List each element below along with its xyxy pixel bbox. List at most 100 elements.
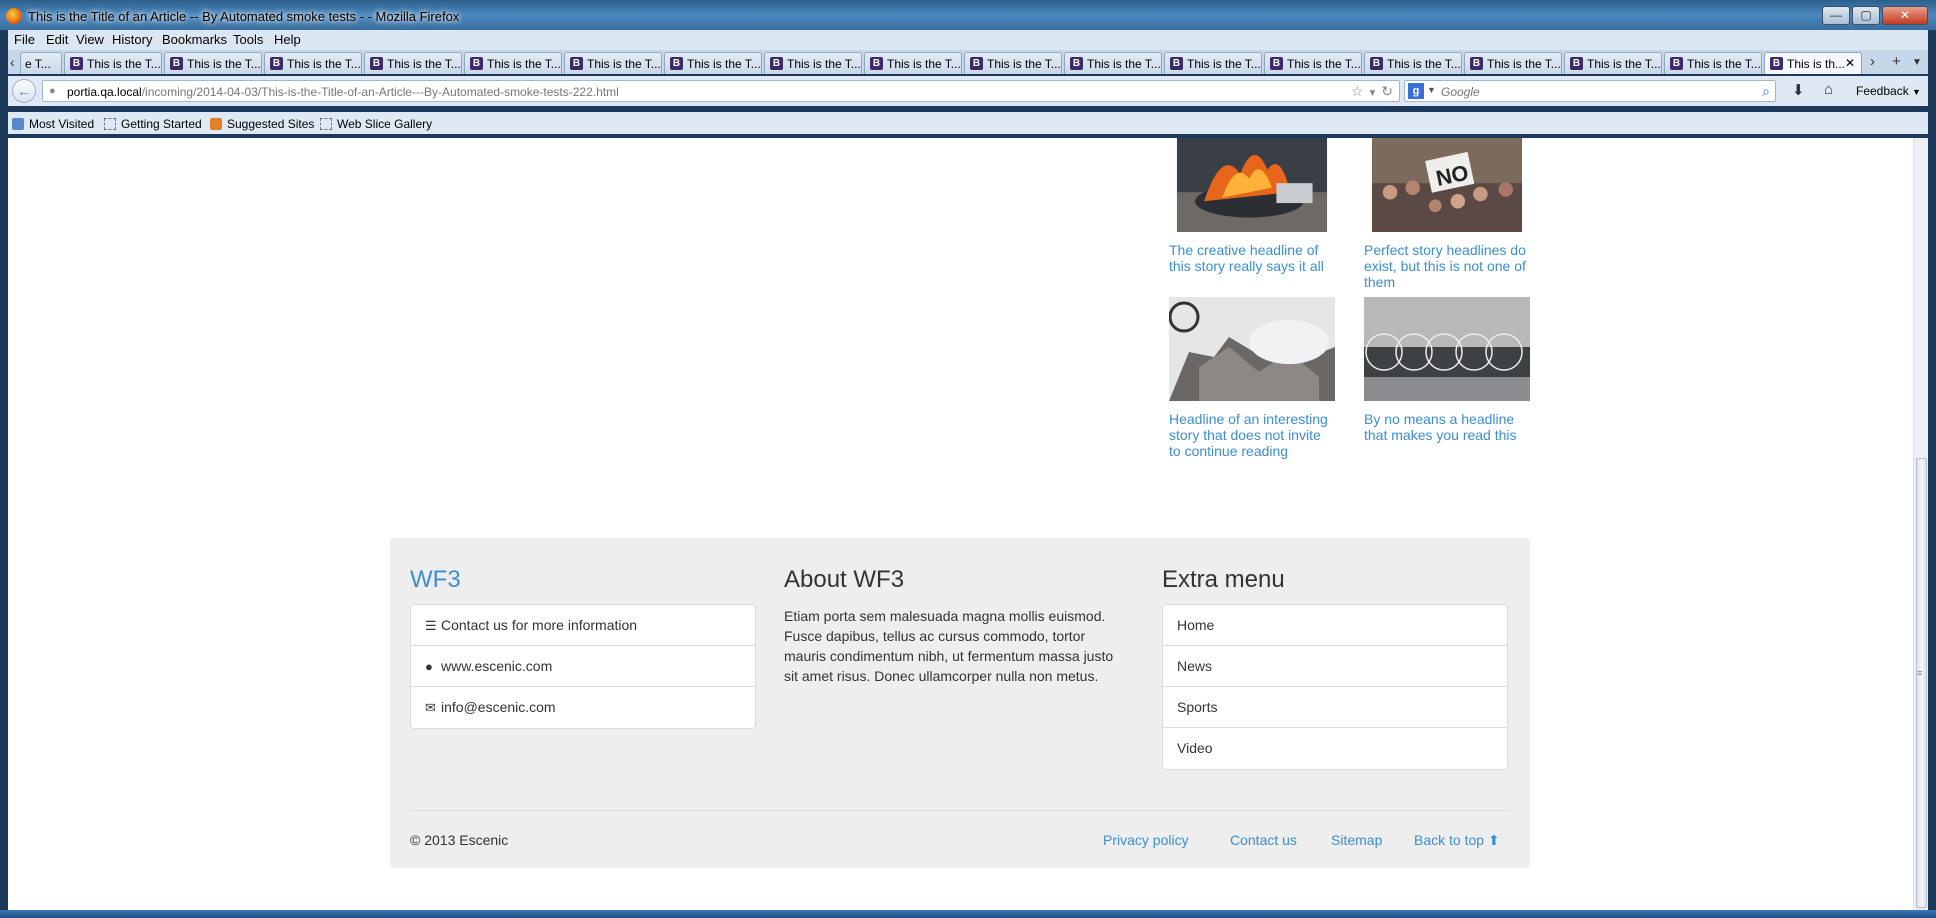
bookmark-getting-started[interactable]: Getting Started [104, 117, 202, 131]
tab-favicon-icon: B [470, 57, 483, 70]
sitemap-link[interactable]: Sitemap [1331, 832, 1382, 848]
contact-us-link[interactable]: Contact us [1230, 832, 1297, 848]
tab[interactable]: B This is the T... [1064, 52, 1162, 74]
bookmark-suggested-sites[interactable]: Suggested Sites [210, 117, 314, 131]
vertical-scrollbar[interactable]: ≡ [1913, 138, 1928, 910]
tab[interactable]: B This is the T... [864, 52, 962, 74]
bookmark-star-icon[interactable]: ☆ [1351, 83, 1364, 99]
footer-divider [410, 810, 1510, 811]
bookmark-label: Web Slice Gallery [337, 117, 433, 131]
engine-dropdown-icon[interactable]: ▼ [1427, 85, 1436, 95]
home-icon[interactable]: ⌂ [1824, 81, 1833, 98]
contact-item-website[interactable]: ● www.escenic.com [411, 646, 755, 687]
contact-item-email[interactable]: ✉ info@escenic.com [411, 687, 755, 728]
story-image-burning-car[interactable] [1169, 138, 1335, 232]
window-titlebar: This is the Title of an Article -- By Au… [0, 0, 1936, 30]
url-host: portia.qa.local [67, 85, 142, 99]
tab-favicon-icon: B [670, 57, 683, 70]
bookmark-web-slice-gallery[interactable]: Web Slice Gallery [320, 117, 432, 131]
tab[interactable]: B This is the T... [1564, 52, 1662, 74]
back-to-top-link[interactable]: Back to top ⬆ [1414, 832, 1500, 849]
minimize-button[interactable]: — [1822, 6, 1850, 25]
story-headline-link[interactable]: The creative headline of this story real… [1169, 242, 1335, 274]
tabs-scroll-right-icon[interactable]: › [1870, 53, 1875, 70]
search-icon[interactable]: ⌕ [1762, 83, 1770, 100]
search-bar[interactable]: g ▼ Google ⌕ [1404, 80, 1776, 102]
extra-menu-item-home[interactable]: Home [1163, 605, 1507, 646]
tab[interactable]: B This is the T... [64, 52, 162, 74]
story-teaser[interactable]: NO Perfect story headlines do exist, but… [1364, 138, 1530, 290]
contact-item-info[interactable]: ☰ Contact us for more information [411, 605, 755, 646]
tab[interactable]: B This is the T... [764, 52, 862, 74]
tab-favicon-icon: B [270, 57, 283, 70]
site-footer: WF3 ☰ Contact us for more information ● ww… [390, 538, 1530, 868]
menu-view[interactable]: View [76, 32, 104, 47]
menu-bookmarks[interactable]: Bookmarks [162, 32, 227, 47]
tab-label: This is the T... [187, 57, 261, 71]
new-tab-icon[interactable]: + [1892, 53, 1901, 70]
tab-favicon-icon: B [70, 57, 83, 70]
menu-history[interactable]: History [112, 32, 152, 47]
tab[interactable]: B This is the T... [1264, 52, 1362, 74]
story-teaser[interactable]: The creative headline of this story real… [1169, 138, 1335, 274]
search-placeholder[interactable]: Google [1441, 85, 1480, 99]
url-bar[interactable]: ● portia.qa.local/incoming/2014-04-03/Th… [42, 80, 1400, 102]
tab-favicon-icon: B [1070, 57, 1083, 70]
tab[interactable]: B This is the T... [364, 52, 462, 74]
tab[interactable]: B This is the T... [564, 52, 662, 74]
story-teaser[interactable]: By no means a headline that makes you re… [1364, 297, 1530, 443]
footer-brand-link[interactable]: WF3 [410, 566, 461, 594]
tab-strip: ‹ e T... B This is the T... B This is the … [8, 50, 1928, 74]
extra-menu-item-video[interactable]: Video [1163, 728, 1507, 769]
tab-favicon-icon: B [770, 57, 783, 70]
tab-close-icon[interactable]: ✕ [1845, 56, 1855, 70]
back-to-top-label: Back to top [1414, 832, 1485, 848]
tab[interactable]: B This is the T... [1464, 52, 1562, 74]
reload-icon[interactable]: ↻ [1381, 83, 1393, 99]
globe-icon: ● [425, 659, 433, 674]
tab[interactable]: B This is the T... [164, 52, 262, 74]
tab[interactable]: B This is the T... [1164, 52, 1262, 74]
tab[interactable]: B This is the T... [464, 52, 562, 74]
site-identity-globe-icon[interactable]: ● [49, 85, 56, 97]
page-icon [104, 118, 116, 130]
google-engine-icon[interactable]: g [1408, 83, 1424, 99]
tab[interactable]: B This is the T... [964, 52, 1062, 74]
extra-menu-item-sports[interactable]: Sports [1163, 687, 1507, 728]
menu-edit[interactable]: Edit [46, 32, 68, 47]
menu-help[interactable]: Help [274, 32, 301, 47]
menu-bar: File Edit View History Bookmarks Tools H… [8, 30, 1928, 50]
story-image-protest-crowd[interactable]: NO [1364, 138, 1530, 232]
maximize-button[interactable]: ▢ [1852, 6, 1880, 25]
tab-label: This is the T... [1287, 57, 1361, 71]
tab[interactable]: B This is the T... [264, 52, 362, 74]
url-text[interactable]: portia.qa.local/incoming/2014-04-03/This… [67, 85, 619, 99]
menu-file[interactable]: File [14, 32, 35, 47]
tab[interactable]: B This is the T... [1364, 52, 1462, 74]
story-headline-link[interactable]: By no means a headline that makes you re… [1364, 411, 1530, 443]
downloads-icon[interactable]: ⬇ [1792, 81, 1805, 99]
tab[interactable]: B This is the T... [664, 52, 762, 74]
tab-active[interactable]: B This is th... ✕ [1764, 52, 1862, 74]
scrollbar-thumb[interactable] [1916, 458, 1927, 908]
story-teaser[interactable]: Headline of an interesting story that do… [1169, 297, 1335, 459]
tab-label: This is the T... [1087, 57, 1161, 71]
story-image-riot-police[interactable] [1364, 297, 1530, 401]
url-path: /incoming/2014-04-03/This-is-the-Title-o… [141, 85, 619, 99]
back-arrow-icon[interactable]: ← [12, 79, 36, 103]
tabs-scroll-left-icon[interactable]: ‹ [10, 54, 15, 70]
story-headline-link[interactable]: Perfect story headlines do exist, but th… [1364, 242, 1530, 290]
tab[interactable]: e T... [20, 52, 62, 74]
menu-tools[interactable]: Tools [233, 32, 263, 47]
story-image-demolished-building[interactable] [1169, 297, 1335, 401]
story-headline-link[interactable]: Headline of an interesting story that do… [1169, 411, 1335, 459]
privacy-policy-link[interactable]: Privacy policy [1103, 832, 1189, 848]
feedback-button[interactable]: Feedback ▼ [1856, 84, 1921, 98]
history-dropdown-icon[interactable]: ▼ [1367, 88, 1377, 99]
tab[interactable]: B This is the T... [1664, 52, 1762, 74]
bookmark-most-visited[interactable]: Most Visited [12, 117, 94, 131]
extra-menu-item-news[interactable]: News [1163, 646, 1507, 687]
all-tabs-chevron-down-icon[interactable]: ▼ [1912, 57, 1922, 68]
close-window-button[interactable]: ✕ [1882, 6, 1928, 25]
tab-label: This is the T... [1487, 57, 1561, 71]
